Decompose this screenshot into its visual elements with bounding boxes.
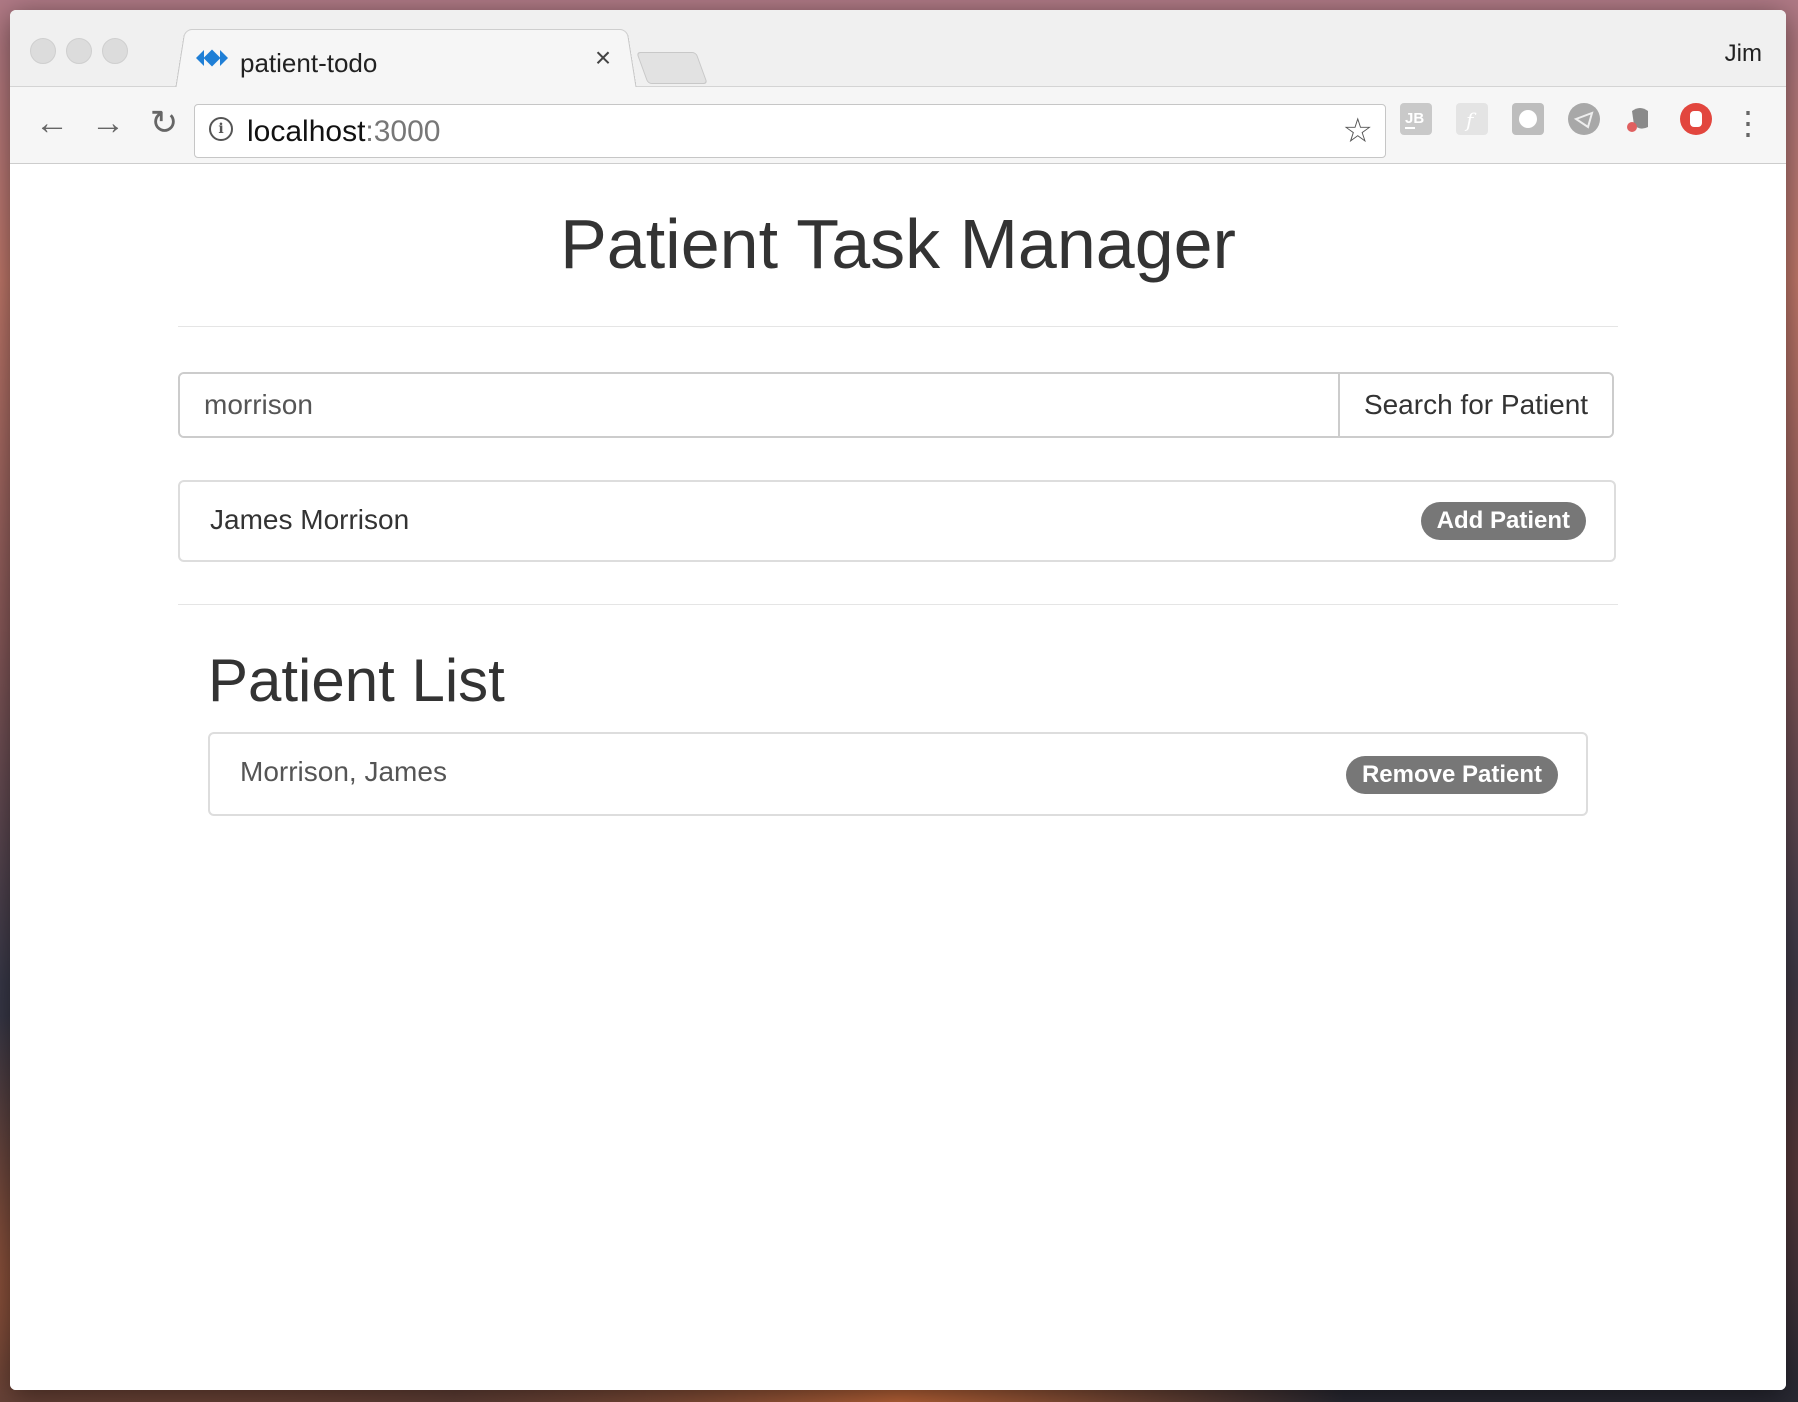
extension-icon-2[interactable] xyxy=(1568,103,1600,135)
menu-icon[interactable]: ⋮ xyxy=(1732,101,1764,145)
browser-tab[interactable]: patient-todo × xyxy=(180,28,630,86)
zoom-window-button[interactable] xyxy=(102,38,128,64)
browser-toolbar: ← → ↻ i localhost:3000 ☆ JB f ⋮ xyxy=(10,87,1786,164)
search-input[interactable] xyxy=(180,374,1338,436)
back-icon[interactable]: ← xyxy=(30,101,74,145)
jetbrains-icon[interactable]: JB xyxy=(1400,103,1432,135)
info-icon[interactable]: i xyxy=(209,117,233,141)
patient-list-item: Morrison, James Remove Patient xyxy=(208,732,1588,816)
search-button[interactable]: Search for Patient xyxy=(1338,374,1612,436)
patient-name: Morrison, James xyxy=(240,756,447,787)
close-window-button[interactable] xyxy=(30,38,56,64)
page-content: Patient Task Manager Search for Patient … xyxy=(10,164,1786,1390)
patient-list-heading: Patient List xyxy=(208,647,505,714)
adblock-icon[interactable] xyxy=(1680,103,1712,135)
app-favicon-icon xyxy=(196,48,228,68)
add-patient-button[interactable]: Add Patient xyxy=(1420,502,1586,540)
profile-name[interactable]: Jim xyxy=(1725,40,1762,68)
browser-window: patient-todo × Jim ← → ↻ i localhost:300… xyxy=(10,10,1786,1390)
extension-icon[interactable] xyxy=(1512,103,1544,135)
new-tab-button[interactable] xyxy=(636,52,708,84)
svg-text:f: f xyxy=(1464,108,1477,132)
divider xyxy=(178,604,1618,605)
tab-strip: patient-todo × Jim xyxy=(10,10,1786,90)
flash-icon[interactable]: f xyxy=(1456,103,1488,135)
star-icon[interactable]: ☆ xyxy=(1343,111,1373,151)
tab-close-icon[interactable]: × xyxy=(588,42,618,74)
url-port: :3000 xyxy=(365,115,441,148)
search-form: Search for Patient xyxy=(178,372,1614,438)
search-result-name: James Morrison xyxy=(210,504,410,535)
forward-icon[interactable]: → xyxy=(86,101,130,145)
page-title: Patient Task Manager xyxy=(560,205,1236,283)
remove-patient-button[interactable]: Remove Patient xyxy=(1345,756,1558,794)
tab-title: patient-todo xyxy=(240,48,378,78)
minimize-window-button[interactable] xyxy=(66,38,92,64)
divider xyxy=(178,326,1618,327)
url-text: localhost:3000 xyxy=(247,115,440,149)
reload-icon[interactable]: ↻ xyxy=(142,101,186,145)
svg-text:JB: JB xyxy=(1405,110,1424,127)
evernote-icon[interactable] xyxy=(1624,103,1656,135)
address-bar[interactable]: i localhost:3000 ☆ xyxy=(194,104,1386,158)
url-host: localhost xyxy=(247,115,366,148)
search-result-item: James Morrison Add Patient xyxy=(178,480,1616,562)
